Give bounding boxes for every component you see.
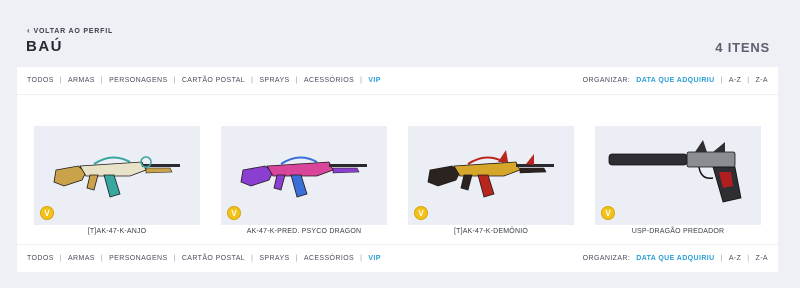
chevron-left-icon: ‹: [27, 26, 31, 35]
item-thumbnail: V: [34, 126, 200, 225]
filter-acessorios[interactable]: ACESSÓRIOS: [304, 77, 354, 84]
separator: |: [360, 77, 363, 84]
item-thumbnail: V: [408, 126, 574, 225]
separator: |: [251, 77, 254, 84]
sort-label: ORGANIZAR:: [582, 255, 631, 262]
sort-a-z[interactable]: A-Z: [729, 77, 741, 84]
inventory-panel: TODOS | ARMAS | PERSONAGENS | CARTÃO POSTAL | SP…: [17, 67, 778, 272]
vip-badge-icon: V: [601, 206, 615, 220]
filter-sprays[interactable]: SPRAYS: [259, 77, 289, 84]
filter-bar-bottom: TODOS | ARMAS | PERSONAGENS | CARTÃO POSTAL | SP…: [17, 244, 778, 272]
sort-z-a[interactable]: Z-A: [756, 255, 768, 262]
filter-sprays[interactable]: SPRAYS: [259, 255, 289, 262]
back-to-profile-label: VOLTAR AO PERFIL: [33, 27, 114, 35]
sort-a-z[interactable]: A-Z: [729, 255, 741, 262]
item-name: USP-DRAGÃO PREDADOR: [631, 228, 725, 235]
sort-z-a[interactable]: Z-A: [756, 77, 768, 84]
separator: |: [173, 255, 176, 262]
inventory-item-card[interactable]: V [T]AK-47-K-ANJO: [34, 126, 200, 235]
inventory-item-card[interactable]: V [T]AK-47-K-DEMÔNIO: [408, 126, 574, 235]
separator: |: [295, 77, 298, 84]
filter-vip[interactable]: VIP: [368, 77, 380, 84]
item-thumbnail: V: [595, 126, 761, 225]
item-thumbnail: V: [221, 126, 387, 225]
back-to-profile-link[interactable]: ‹ VOLTAR AO PERFIL: [27, 27, 113, 35]
filter-cartao-postal[interactable]: CARTÃO POSTAL: [182, 77, 245, 84]
separator: |: [295, 255, 298, 262]
inventory-item-card[interactable]: V USP-DRAGÃO PREDADOR: [595, 126, 761, 235]
separator: |: [59, 255, 62, 262]
category-filters: TODOS | ARMAS | PERSONAGENS | CARTÃO POSTAL | SP…: [27, 77, 381, 84]
vip-badge-icon: V: [227, 206, 241, 220]
item-grid: V [T]AK-47-K-ANJO V AK-47-K-PRED. PSYCO DRA…: [17, 126, 778, 240]
pistol-image: [608, 140, 742, 203]
filter-bar-top: TODOS | ARMAS | PERSONAGENS | CARTÃO POSTAL | SP…: [17, 67, 778, 95]
sort-data-que-adquiriu[interactable]: DATA QUE ADQUIRIU: [636, 77, 714, 84]
separator: |: [747, 77, 750, 84]
rifle-image: [53, 156, 180, 198]
rifle-image: [427, 150, 554, 198]
item-name: [T]AK-47-K-ANJO: [87, 228, 147, 235]
separator: |: [720, 77, 723, 84]
separator: |: [360, 255, 363, 262]
sort-options: ORGANIZAR: DATA QUE ADQUIRIU | A-Z | Z-A: [583, 77, 768, 84]
filter-cartao-postal[interactable]: CARTÃO POSTAL: [182, 255, 245, 262]
separator: |: [59, 77, 62, 84]
sort-data-que-adquiriu[interactable]: DATA QUE ADQUIRIU: [636, 255, 714, 262]
item-name: [T]AK-47-K-DEMÔNIO: [454, 228, 528, 235]
inventory-item-card[interactable]: V AK-47-K-PRED. PSYCO DRAGON: [221, 126, 387, 235]
filter-personagens[interactable]: PERSONAGENS: [109, 77, 167, 84]
filter-vip[interactable]: VIP: [368, 255, 380, 262]
separator: |: [747, 255, 750, 262]
page-title: BAÚ: [26, 38, 63, 55]
filter-todos[interactable]: TODOS: [27, 77, 54, 84]
filter-acessorios[interactable]: ACESSÓRIOS: [304, 255, 354, 262]
vip-badge-icon: V: [40, 206, 54, 220]
vip-badge-icon: V: [414, 206, 428, 220]
filter-armas[interactable]: ARMAS: [68, 255, 95, 262]
separator: |: [251, 255, 254, 262]
item-name: AK-47-K-PRED. PSYCO DRAGON: [246, 228, 362, 235]
filter-todos[interactable]: TODOS: [27, 255, 54, 262]
filter-personagens[interactable]: PERSONAGENS: [109, 255, 167, 262]
sort-options: ORGANIZAR: DATA QUE ADQUIRIU | A-Z | Z-A: [583, 255, 768, 262]
category-filters: TODOS | ARMAS | PERSONAGENS | CARTÃO POSTAL | SP…: [27, 255, 381, 262]
separator: |: [100, 77, 104, 84]
filter-armas[interactable]: ARMAS: [68, 77, 95, 84]
separator: |: [720, 255, 723, 262]
rifle-image: [240, 156, 367, 198]
sort-label: ORGANIZAR:: [582, 77, 631, 84]
separator: |: [173, 77, 176, 84]
item-count: 4 ITENS: [715, 40, 770, 55]
separator: |: [100, 255, 104, 262]
